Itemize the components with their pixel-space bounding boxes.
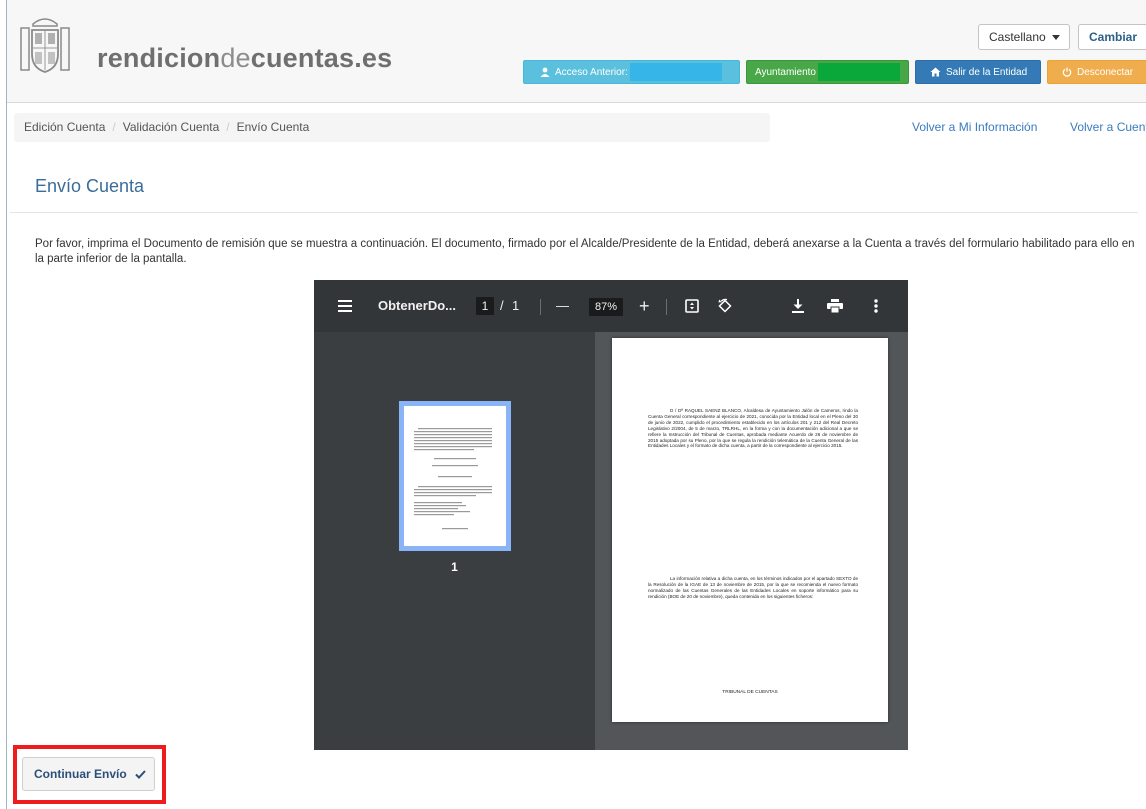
document-page: D / Dª RAQUEL SAENZ BLANCO, Alcaldesa de… (612, 338, 888, 722)
site-header: rendiciondecuentas.es Castellano Cambiar… (7, 0, 1146, 103)
document-paragraph: La información relativa a dicha cuenta, … (648, 576, 858, 599)
user-icon (540, 67, 550, 78)
previous-access-label: Acceso Anterior: (555, 67, 628, 78)
breadcrumb-item[interactable]: Validación Cuenta (123, 120, 220, 134)
disconnect-button[interactable]: Desconectar (1047, 60, 1146, 84)
zoom-in-button[interactable]: + (639, 280, 650, 332)
document-footer: TRIBUNAL DE CUENTAS (722, 690, 778, 695)
ayuntamiento-badge[interactable]: Ayuntamiento (746, 60, 909, 84)
zoom-input[interactable]: 87% (589, 280, 623, 332)
exit-entity-button[interactable]: Salir de la Entidad (915, 60, 1041, 84)
page-input[interactable]: 1 (476, 280, 494, 332)
pdf-file-name: ObtenerDo... (378, 298, 457, 313)
divider (10, 212, 1138, 213)
total-pages: 1 (512, 298, 520, 313)
toolbar-divider (666, 299, 667, 315)
back-to-accounts-link[interactable]: Volver a Cuentas (1070, 113, 1146, 142)
more-vert-icon[interactable] (874, 299, 878, 313)
current-page[interactable]: 1 (476, 297, 494, 315)
instructions-text: Por favor, imprima el Documento de remis… (35, 238, 1135, 265)
caret-down-icon (1051, 35, 1060, 41)
breadcrumb: Edición Cuenta / Validación Cuenta / Envío C… (14, 113, 770, 142)
site-name-part: rendicion (97, 43, 221, 73)
pdf-toolbar: ObtenerDo... 1 / 1 — 87% + (314, 280, 908, 332)
toolbar-divider (540, 299, 541, 315)
previous-access-value (629, 63, 722, 82)
breadcrumb-item[interactable]: Edición Cuenta (24, 120, 105, 134)
thumbnail-page-number: 1 (451, 560, 458, 574)
highlight-box (13, 745, 166, 804)
print-icon[interactable] (827, 299, 843, 313)
document-paragraph: D / Dª RAQUEL SAENZ BLANCO, Alcaldesa de… (648, 408, 858, 449)
download-icon[interactable] (792, 299, 804, 313)
site-name[interactable]: rendiciondecuentas.es (97, 43, 392, 74)
ayuntamiento-label: Ayuntamiento (755, 67, 816, 78)
zoom-out-button[interactable]: — (556, 280, 569, 332)
breadcrumb-separator: / (226, 120, 230, 134)
ayuntamiento-value (817, 63, 900, 82)
exit-entity-label: Salir de la Entidad (946, 67, 1028, 78)
document-pane: D / Dª RAQUEL SAENZ BLANCO, Alcaldesa de… (595, 332, 908, 750)
menu-icon[interactable] (338, 300, 352, 312)
language-value: Castellano (989, 30, 1046, 44)
breadcrumb-separator: / (112, 120, 116, 134)
previous-access-button[interactable]: Acceso Anterior: (523, 60, 740, 84)
site-name-part: de (220, 43, 251, 73)
page-separator: / (500, 298, 504, 313)
language-select[interactable]: Castellano (978, 24, 1070, 50)
breadcrumb-item-current: Envío Cuenta (236, 120, 310, 134)
home-icon (930, 67, 941, 77)
zoom-value[interactable]: 87% (589, 298, 623, 316)
rotate-icon[interactable] (717, 298, 733, 314)
thumbnail-sidebar: 1 (314, 332, 595, 750)
site-name-part: cuentas.es (250, 43, 393, 73)
fit-page-icon[interactable] (685, 299, 699, 313)
disconnect-label: Desconectar (1077, 67, 1134, 78)
coat-of-arms-icon (20, 18, 70, 73)
pdf-viewer[interactable]: ObtenerDo... 1 / 1 — 87% + 1 D / Dª RAQU… (314, 280, 908, 750)
back-to-info-link[interactable]: Volver a Mi Información (912, 113, 1037, 142)
page-thumbnail[interactable] (399, 401, 511, 551)
power-icon (1062, 67, 1072, 78)
page-title: Envío Cuenta (35, 176, 145, 196)
thumbnail-page-preview (404, 406, 506, 546)
change-language-button[interactable]: Cambiar (1078, 24, 1146, 50)
